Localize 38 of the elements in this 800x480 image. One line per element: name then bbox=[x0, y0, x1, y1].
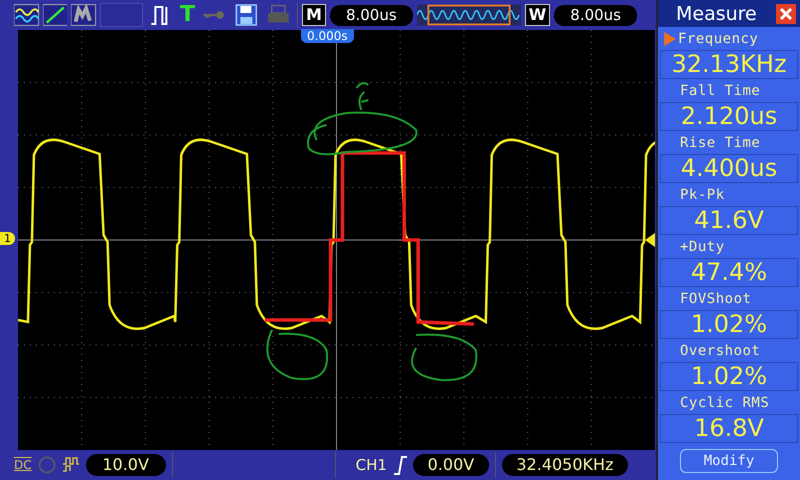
window-value: 8.00us bbox=[554, 4, 638, 26]
trigger-position-marker[interactable]: 0.000s bbox=[301, 29, 354, 43]
window-label[interactable]: W bbox=[524, 4, 550, 26]
volts-per-division[interactable]: 10.0V bbox=[86, 454, 166, 476]
measurement-label[interactable]: Rise Time bbox=[658, 131, 800, 154]
measurement-label[interactable]: Cyclic RMS bbox=[658, 391, 800, 414]
timebase-value: 8.00us bbox=[330, 4, 413, 26]
measurement-value: 1.02% bbox=[660, 362, 798, 391]
coupling-label[interactable]: DC bbox=[14, 458, 32, 472]
persistence-icon[interactable] bbox=[71, 4, 96, 26]
measurement-label[interactable]: +Duty bbox=[658, 235, 800, 258]
measurement-value: 32.13KHz bbox=[660, 50, 798, 79]
pulse-icon[interactable] bbox=[62, 456, 80, 474]
empty-slot bbox=[100, 3, 144, 27]
rising-edge-icon[interactable] bbox=[392, 455, 407, 475]
timebase-label[interactable]: M bbox=[302, 4, 326, 26]
trigger-level[interactable]: 0.00V bbox=[412, 454, 489, 476]
measurement-label[interactable]: Pk-Pk bbox=[658, 183, 800, 206]
selection-arrow-icon bbox=[664, 32, 676, 46]
line-icon[interactable] bbox=[42, 4, 68, 26]
measurement-value: 16.8V bbox=[660, 414, 798, 443]
measurement-value: 41.6V bbox=[660, 206, 798, 235]
measurement-label[interactable]: Overshoot bbox=[658, 339, 800, 362]
trigger-label[interactable]: T bbox=[180, 4, 196, 26]
channel-marker[interactable]: 1 bbox=[0, 232, 15, 245]
modify-button[interactable]: Modify bbox=[680, 449, 778, 473]
measurement-label[interactable]: FOVShoot bbox=[658, 287, 800, 310]
trigger-source[interactable]: CH1 bbox=[356, 456, 387, 474]
measurement-value: 4.400us bbox=[660, 154, 798, 183]
measurement-value: 2.120us bbox=[660, 102, 798, 131]
close-icon[interactable] bbox=[776, 4, 796, 24]
measurement-label[interactable]: Frequency bbox=[658, 27, 800, 50]
waveform-icon[interactable] bbox=[14, 4, 39, 26]
trigger-frequency: 32.4050KHz bbox=[502, 454, 628, 476]
measurement-value: 47.4% bbox=[660, 258, 798, 287]
panel-title: Measure bbox=[676, 2, 757, 24]
measurement-label[interactable]: Fall Time bbox=[658, 79, 800, 102]
measurement-value: 1.02% bbox=[660, 310, 798, 339]
